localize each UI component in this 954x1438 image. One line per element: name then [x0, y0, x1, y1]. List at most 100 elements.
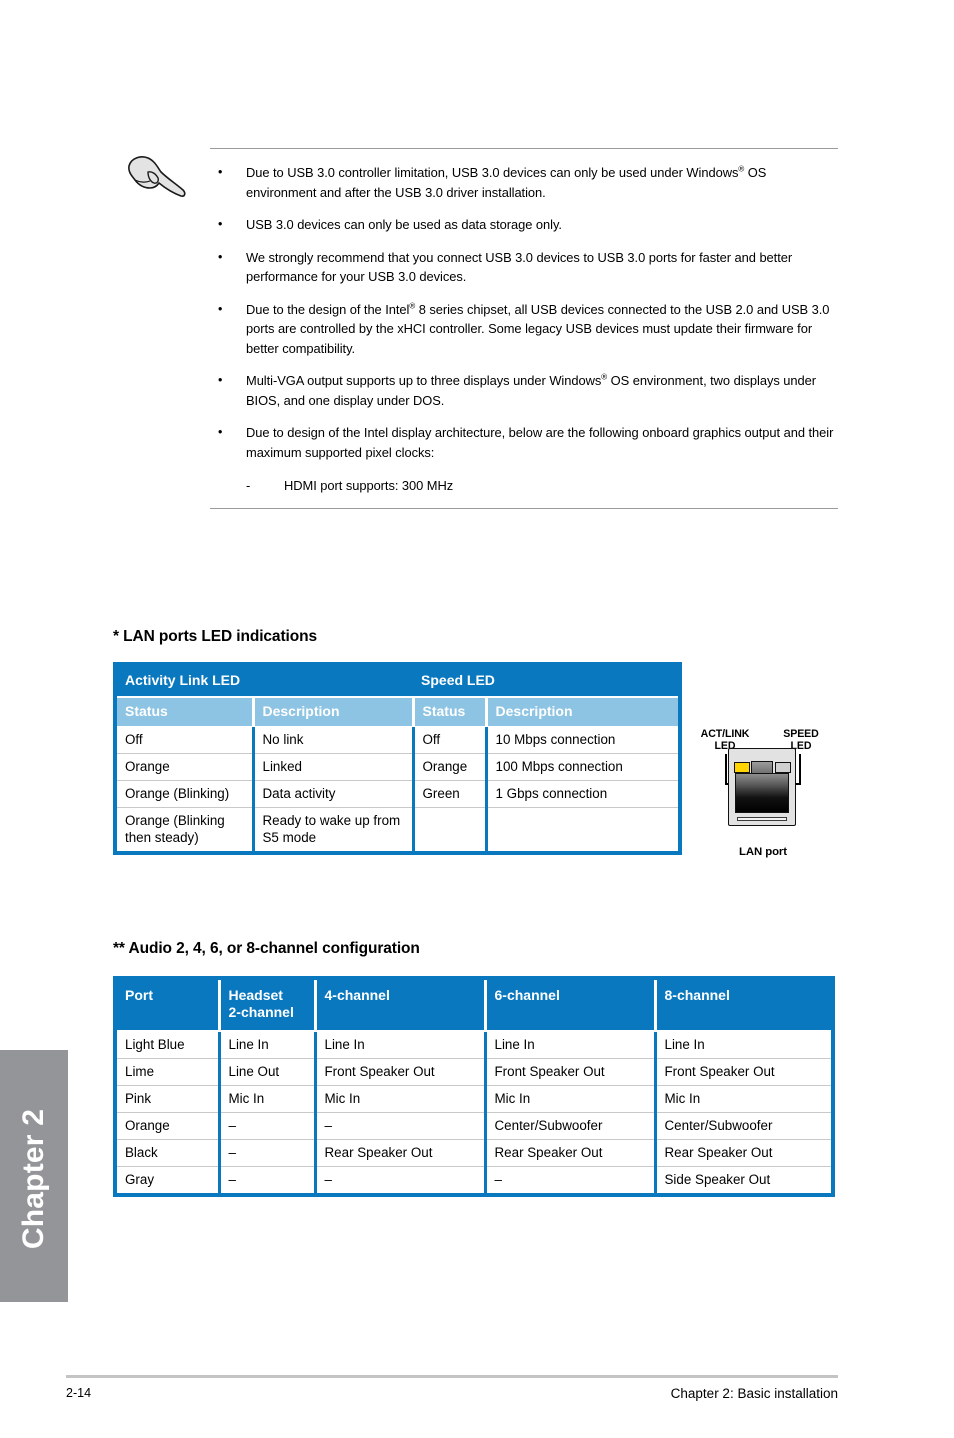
lan-port-caption: LAN port	[739, 846, 787, 858]
rj45-port-body	[728, 748, 796, 826]
group-header-activity-link: Activity Link LED	[115, 664, 414, 698]
cell-4-channel: Line In	[315, 1031, 487, 1059]
subheader-description-act: Description	[253, 697, 415, 727]
cell-headset-2channel: –	[219, 1139, 317, 1167]
cell-6-channel: Mic In	[485, 1085, 657, 1113]
act-link-led-indicator	[734, 762, 750, 773]
act-leader-line-vertical	[725, 754, 727, 784]
cell-4-channel: –	[315, 1112, 487, 1140]
cell-6-channel: Rear Speaker Out	[485, 1139, 657, 1167]
bullet-glyph: •	[218, 249, 223, 264]
note-item-text: Due to the design of the Intel® 8 series…	[246, 301, 830, 356]
cell-port: Light Blue	[115, 1031, 221, 1059]
cell-act-status: Orange (Blinking)	[115, 780, 255, 808]
act-link-label-line1: ACT/LINK	[700, 728, 750, 740]
header-headset-line1: Headset	[228, 987, 283, 1003]
cell-headset-2channel: Line Out	[219, 1058, 317, 1086]
speed-led-indicator	[775, 762, 791, 773]
bullet-glyph: •	[218, 425, 223, 439]
header-8-channel: 8-channel	[655, 978, 833, 1032]
bullet-glyph: •	[218, 217, 223, 231]
cell-headset-2channel: –	[219, 1166, 317, 1195]
cell-6-channel: Line In	[485, 1031, 657, 1059]
cell-act-description: Linked	[253, 753, 415, 781]
cell-4-channel: Mic In	[315, 1085, 487, 1113]
cell-8-channel: Rear Speaker Out	[655, 1139, 833, 1167]
note-item: • We strongly recommend that you connect…	[210, 248, 838, 287]
page-number: 2-14	[66, 1386, 92, 1400]
bullet-glyph: •	[218, 301, 223, 316]
cell-port: Lime	[115, 1058, 221, 1086]
note-item: • Multi-VGA output supports up to three …	[210, 371, 838, 410]
lan-led-table: Activity Link LED Speed LED Status Descr…	[113, 662, 683, 855]
note-item-text: We strongly recommend that you connect U…	[246, 249, 793, 285]
table-row: Orange – – Center/Subwoofer Center/Subwo…	[115, 1112, 833, 1140]
note-item-text: Due to USB 3.0 controller limitation, US…	[246, 164, 767, 200]
table-header-row: Port Headset 2-channel 4-channel 6-channe…	[115, 978, 833, 1032]
audio-section-heading: ** Audio 2, 4, 6, or 8-channel configura…	[113, 940, 420, 957]
cell-6-channel: Center/Subwoofer	[485, 1112, 657, 1140]
cell-speed-status: Green	[413, 780, 488, 808]
cell-8-channel: Side Speaker Out	[664, 1172, 771, 1187]
note-item-text: Due to design of the Intel display archi…	[246, 425, 834, 460]
cell-6-channel: Front Speaker Out	[485, 1058, 657, 1086]
cell-act-status: Off	[115, 726, 255, 754]
table-row: Orange Linked Orange 100 Mbps connection	[115, 753, 681, 781]
chapter-tab-label: Chapter 2	[17, 1108, 50, 1250]
cell-port: Gray	[115, 1166, 221, 1195]
cell-headset-2channel: Mic In	[219, 1085, 317, 1113]
table-row: Light Blue Line In Line In Line In Line …	[115, 1031, 833, 1059]
table-row: Pink Mic In Mic In Mic In Mic In	[115, 1085, 833, 1113]
footer-divider	[66, 1375, 838, 1378]
group-header-speed: Speed LED	[413, 664, 681, 698]
bullet-glyph: •	[218, 165, 223, 179]
cell-act-status: Orange (Blinking then steady)	[115, 807, 255, 853]
bullet-glyph: •	[218, 373, 223, 387]
header-6-channel: 6-channel	[485, 978, 657, 1032]
header-port: Port	[115, 978, 221, 1032]
subheader-description-speed: Description	[486, 697, 681, 727]
cell-speed-status: Orange	[413, 753, 488, 781]
audio-channel-table: Port Headset 2-channel 4-channel 6-channe…	[113, 976, 835, 1197]
cell-port: Pink	[115, 1085, 221, 1113]
cell-speed-description	[486, 808, 680, 854]
cell-4-channel: Rear Speaker Out	[315, 1139, 487, 1167]
cell-8-channel: Mic In	[655, 1085, 833, 1113]
header-headset-2channel: Headset 2-channel	[219, 978, 317, 1032]
cell-6-channel: –	[485, 1166, 657, 1195]
table-row: Orange (Blinking then steady) Ready to w…	[115, 807, 680, 854]
cell-4-channel: Front Speaker Out	[315, 1058, 487, 1086]
note-item: • USB 3.0 devices can only be used as da…	[210, 215, 838, 235]
note-sub-item: - HDMI port supports: 300 MHz	[246, 476, 838, 496]
note-body: • Due to USB 3.0 controller limitation, …	[210, 148, 838, 509]
cell-act-description: No link	[253, 726, 415, 754]
note-item-text: USB 3.0 devices can only be used as data…	[246, 217, 562, 232]
cell-8-channel: Line In	[655, 1031, 833, 1059]
table-group-header-row: Activity Link LED Speed LED	[115, 664, 681, 698]
dash-glyph: -	[246, 478, 251, 493]
header-4-channel: 4-channel	[315, 978, 487, 1032]
header-headset-line2: 2-channel	[228, 1004, 294, 1020]
chapter-side-tab: Chapter 2	[0, 1050, 68, 1302]
cell-speed-description: 100 Mbps connection	[486, 753, 681, 781]
table-row: Black – Rear Speaker Out Rear Speaker Ou…	[115, 1139, 833, 1167]
cell-act-description: Ready to wake up from S5 mode	[253, 807, 415, 853]
cell-speed-status: Off	[413, 726, 488, 754]
note-sub-item-text: HDMI port supports: 300 MHz	[284, 478, 454, 493]
rj45-bottom-slot	[737, 817, 787, 821]
note-callout: • Due to USB 3.0 controller limitation, …	[113, 148, 838, 509]
cell-act-status: Orange	[115, 753, 255, 781]
cell-speed-description: 1 Gbps connection	[486, 780, 681, 808]
cell-port: Black	[115, 1139, 221, 1167]
pointing-hand-icon	[121, 152, 191, 208]
cell-port: Orange	[115, 1112, 221, 1140]
cell-8-channel: Front Speaker Out	[655, 1058, 833, 1086]
note-item: • Due to the design of the Intel® 8 seri…	[210, 300, 838, 359]
lan-port-diagram: ACT/LINK LED SPEED LED LAN port	[688, 728, 838, 868]
cell-speed-status	[413, 807, 488, 853]
cell-8-channel: Center/Subwoofer	[655, 1112, 833, 1140]
note-item: • Due to USB 3.0 controller limitation, …	[210, 163, 838, 202]
subheader-status-speed: Status	[413, 697, 488, 727]
table-row: Gray – – – Side Speaker Out	[115, 1166, 833, 1195]
cell-headset-2channel: –	[219, 1112, 317, 1140]
